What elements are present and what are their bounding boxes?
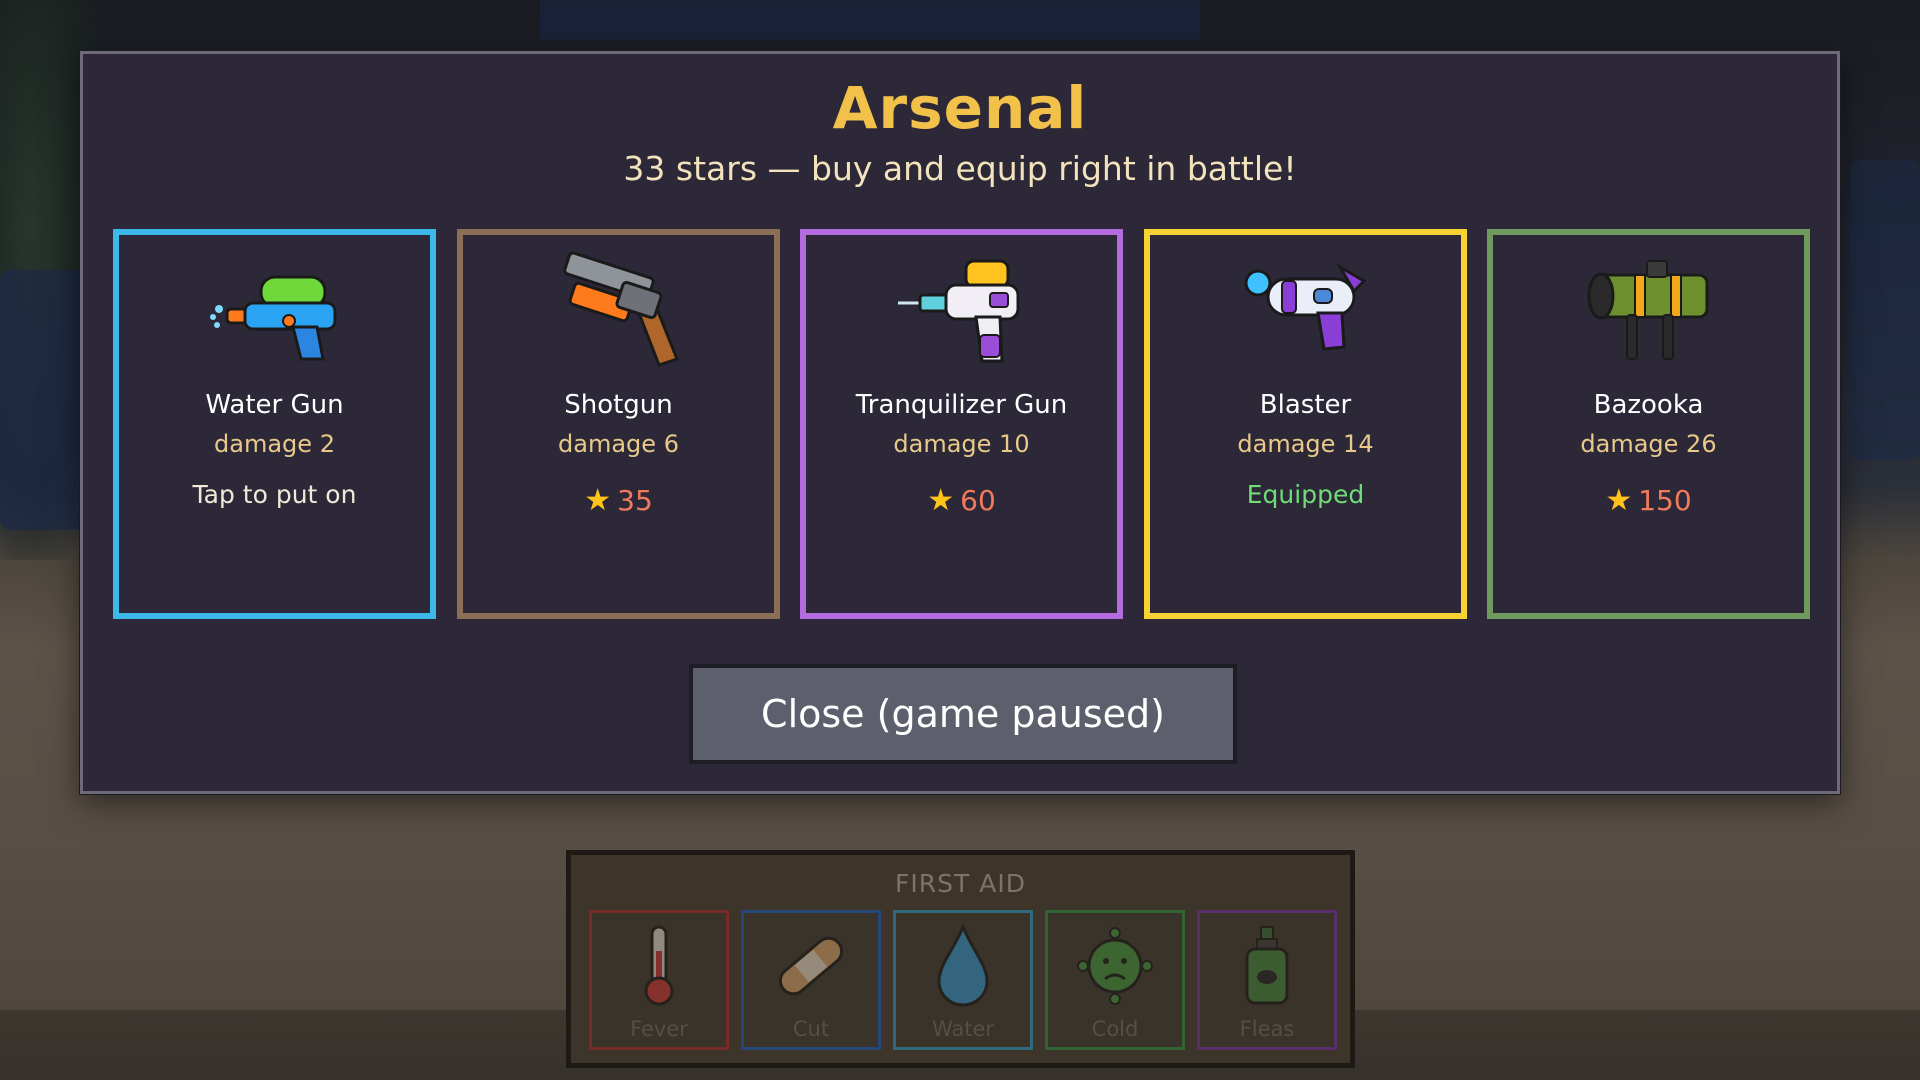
weapon-damage: damage 14 [1237, 430, 1374, 458]
weapon-price[interactable]: ★ 60 [806, 483, 1117, 518]
first-aid-title: FIRST AID [895, 869, 1026, 898]
blaster-icon [1244, 262, 1366, 351]
first-aid-cut[interactable]: Cut [741, 910, 881, 1050]
price-value: 60 [960, 484, 996, 517]
weapon-card-tranquilizer-gun[interactable]: Tranquilizer Gun damage 10 ★ 60 [800, 229, 1123, 619]
star-icon: ★ [584, 483, 612, 518]
weapon-damage: damage 6 [558, 430, 679, 458]
first-aid-fleas[interactable]: Fleas [1197, 910, 1337, 1050]
first-aid-label: Fleas [1239, 1017, 1295, 1041]
first-aid-cold[interactable]: Cold [1045, 910, 1185, 1050]
weapon-name: Water Gun [205, 390, 344, 420]
weapon-action-text: Tap to put on [192, 480, 357, 509]
price-value: 150 [1638, 484, 1692, 517]
first-aid-label: Water [931, 1017, 995, 1041]
first-aid-label: Cold [1091, 1017, 1139, 1041]
background-sofa-left [0, 270, 90, 530]
weapon-name: Blaster [1259, 390, 1352, 420]
weapon-card-shotgun[interactable]: Shotgun damage 6 ★ 35 [457, 229, 780, 619]
thermometer-icon [644, 925, 674, 1006]
star-icon: ★ [1605, 483, 1633, 518]
first-aid-label: Cut [792, 1017, 830, 1041]
virus-icon [1077, 927, 1153, 1005]
price-value: 35 [617, 484, 653, 517]
bazooka-icon [1587, 260, 1708, 360]
bandage-icon [778, 936, 844, 996]
first-aid-label: Fever [630, 1017, 688, 1041]
background-sofa-right [1850, 160, 1920, 460]
weapon-card-bazooka[interactable]: Bazooka damage 26 ★ 150 [1487, 229, 1810, 619]
flea-spray-icon [1245, 926, 1289, 1005]
modal-title: Arsenal [832, 74, 1088, 142]
weapon-name: Bazooka [1593, 390, 1704, 420]
equipped-label: Equipped [1246, 480, 1365, 509]
star-icon: ★ [927, 483, 955, 518]
shotgun-icon [562, 251, 679, 367]
modal-subtitle: 33 stars — buy and equip right in battle… [623, 149, 1297, 188]
close-button[interactable]: Close (game paused) [689, 664, 1237, 764]
weapon-damage: damage 26 [1580, 430, 1717, 458]
weapon-damage: damage 2 [214, 430, 335, 458]
weapon-card-water-gun[interactable]: Water Gun damage 2 Tap to put on [113, 229, 436, 619]
first-aid-panel: FIRST AID Fever Cut Water Cold Fleas [566, 850, 1355, 1068]
first-aid-water[interactable]: Water [893, 910, 1033, 1050]
weapon-damage: damage 10 [893, 430, 1030, 458]
background-window [540, 0, 1200, 40]
weapon-price[interactable]: ★ 150 [1493, 483, 1804, 518]
water-drop-icon [937, 923, 989, 1007]
weapon-price[interactable]: ★ 35 [463, 483, 774, 518]
weapon-name: Shotgun [564, 390, 673, 420]
weapon-card-blaster[interactable]: Blaster damage 14 Equipped [1144, 229, 1467, 619]
weapon-cards: Water Gun damage 2 Tap to put on Shotgun… [113, 229, 1813, 619]
first-aid-fever[interactable]: Fever [589, 910, 729, 1050]
water-gun-icon [209, 275, 336, 361]
tranquilizer-gun-icon [897, 259, 1019, 363]
weapon-name: Tranquilizer Gun [855, 390, 1068, 420]
arsenal-modal: Arsenal 33 stars — buy and equip right i… [80, 51, 1840, 794]
